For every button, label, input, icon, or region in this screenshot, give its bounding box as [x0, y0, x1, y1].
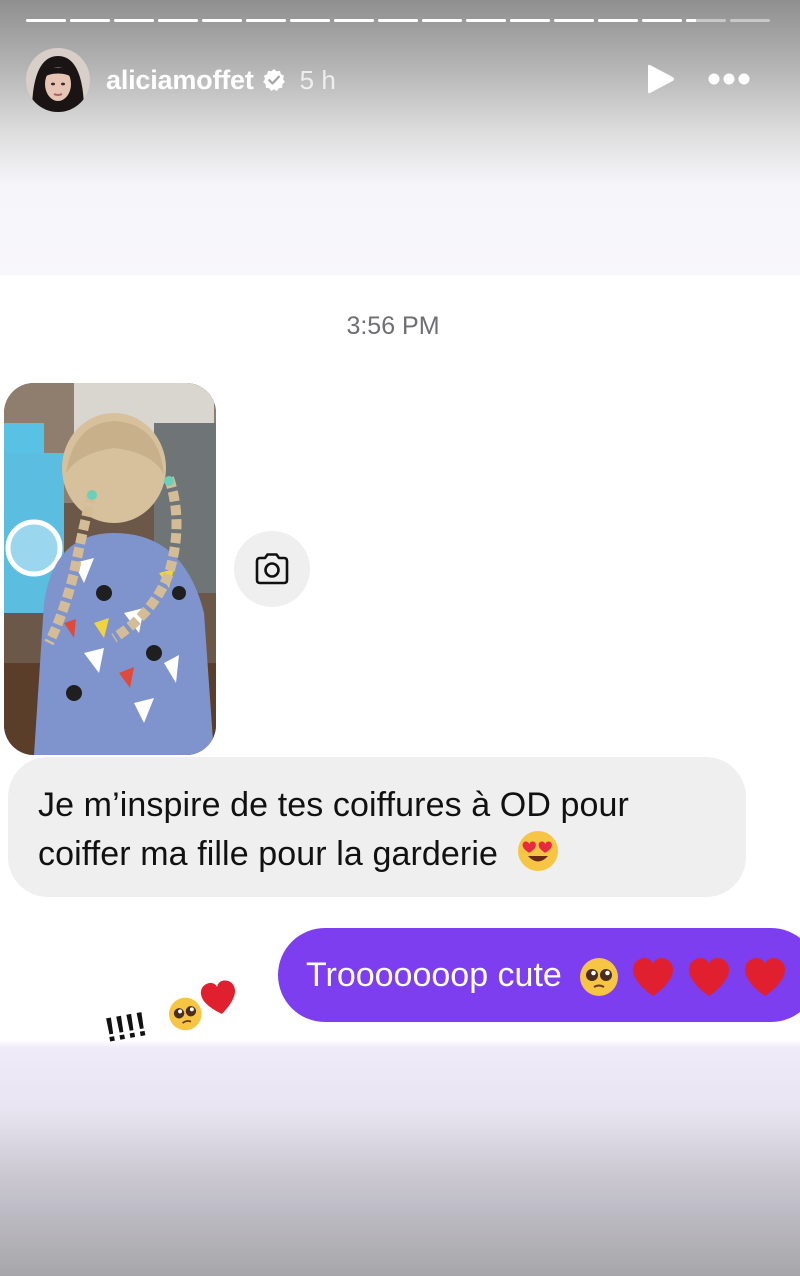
sent-message-bubble[interactable]: Trooooooop cute — [278, 928, 800, 1022]
story-progress-segment — [334, 19, 374, 22]
message-timestamp: 3:56 PM — [346, 312, 440, 340]
story-progress-segment — [510, 19, 550, 22]
red-heart-emoji-icon — [200, 980, 235, 1014]
story-progress-segment — [466, 19, 506, 22]
sent-message-text: Trooooooop cute — [306, 956, 562, 994]
story-progress-bar — [26, 19, 770, 23]
story-progress-segment — [686, 19, 726, 22]
story-progress-segment — [290, 19, 330, 22]
story-progress-segment — [554, 19, 594, 22]
heart-eyes-emoji-icon — [517, 831, 558, 871]
red-heart-emoji-icon — [744, 958, 785, 997]
more-options-icon — [708, 73, 750, 85]
username[interactable]: aliciamoffet — [106, 65, 254, 96]
play-button[interactable] — [643, 62, 677, 96]
verified-badge-icon — [262, 69, 285, 91]
shared-photo[interactable] — [4, 383, 216, 755]
story-header: aliciamoffet 5 h — [26, 46, 774, 114]
play-icon — [648, 64, 674, 94]
sent-emoji-row — [578, 956, 788, 998]
more-options-button[interactable] — [706, 62, 752, 96]
story-progress-segment — [202, 19, 242, 22]
story-progress-segment — [70, 19, 110, 22]
story-progress-segment — [730, 19, 770, 22]
pleading-face-emoji-icon — [579, 958, 618, 997]
sticker-text: !!!! — [101, 1005, 150, 1050]
red-heart-emoji-icon — [632, 958, 673, 997]
story-progress-segment — [246, 19, 286, 22]
story-progress-segment — [642, 19, 682, 22]
story-progress-segment — [598, 19, 638, 22]
avatar[interactable] — [26, 48, 90, 112]
text-sticker: !!!! — [100, 976, 249, 1061]
red-heart-emoji-icon — [688, 958, 729, 997]
story-progress-segment — [26, 19, 66, 22]
camera-button[interactable] — [234, 531, 310, 607]
camera-icon — [255, 553, 289, 585]
received-message-bubble[interactable]: Je m’inspire de tes coiffures à OD pour … — [8, 757, 746, 897]
story-progress-segment — [422, 19, 462, 22]
story-progress-segment — [158, 19, 198, 22]
story-progress-segment — [114, 19, 154, 22]
post-time: 5 h — [299, 64, 336, 95]
story-progress-segment — [378, 19, 418, 22]
